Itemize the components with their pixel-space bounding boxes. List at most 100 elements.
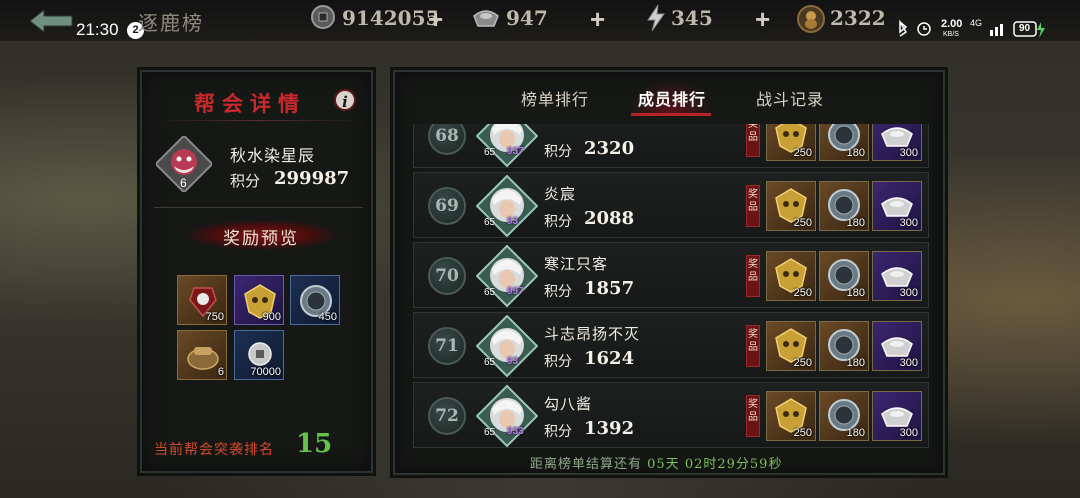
reward-count: 300 (899, 217, 918, 229)
top-resource-bar: 21:30 2 逐鹿榜 9142055 + 947 + 345 + 2322 2… (0, 0, 1080, 42)
member-row[interactable]: 71 65 93 斗志昂扬不灭 积分 1624 奖品 250 180 300 (413, 312, 929, 378)
rank-badge: 72 (428, 397, 466, 435)
member-level: 65 (484, 287, 496, 298)
rank-badge: 70 (428, 257, 466, 295)
add-coins-button[interactable]: + (428, 4, 443, 35)
member-name: 斗志昂扬不灭 (544, 325, 641, 343)
member-row[interactable]: 68 65 937 积分 2320 奖品 250 180 300 (413, 124, 929, 168)
member-score: 1857 (584, 278, 635, 299)
member-reward-item[interactable]: 180 (819, 321, 869, 371)
member-tag: 937 (507, 146, 524, 157)
reward-count: 250 (793, 357, 812, 369)
ingot-value: 947 (506, 6, 548, 30)
title-divider (154, 120, 363, 121)
reward-count: 70000 (250, 366, 281, 378)
member-reward-item[interactable]: 180 (819, 251, 869, 301)
silver-ingot-icon (473, 10, 499, 27)
member-reward-item[interactable]: 300 (872, 124, 922, 161)
reward-item-scroll[interactable]: 6 (177, 330, 227, 380)
rank-badge: 69 (428, 187, 466, 225)
tab-member-ranking[interactable]: 成员排行 (638, 86, 706, 110)
countdown-label: 距离榜单结算还有 (530, 457, 643, 472)
reward-count: 300 (899, 287, 918, 299)
tab-bar: 榜单排行 成员排行 战斗记录 (395, 72, 943, 120)
member-reward-item[interactable]: 180 (819, 124, 869, 161)
member-name: 勾八酱 (544, 395, 593, 413)
resource-coins: 9142055 + (310, 4, 460, 35)
member-reward-item[interactable]: 300 (872, 321, 922, 371)
member-row[interactable]: 72 65 933 勾八酱 积分 1392 奖品 250 180 300 (413, 382, 929, 448)
member-score: 1392 (584, 418, 635, 439)
member-score: 1624 (584, 348, 635, 369)
back-arrow-icon[interactable] (28, 8, 74, 34)
rank-badge: 68 (428, 124, 466, 155)
guild-name: 秋水染星辰 (230, 146, 316, 165)
guild-detail-title: 帮会详情 (194, 91, 306, 116)
active-tab-indicator (631, 113, 711, 116)
network-speed: 2.00 (941, 18, 963, 30)
reward-count: 250 (793, 147, 812, 159)
member-name: 寒江只客 (544, 255, 609, 273)
member-reward-item[interactable]: 250 (766, 124, 816, 161)
ranking-panel: 榜单排行 成员排行 战斗记录 68 65 937 积分 2320 奖品 250 180 300 6… (393, 70, 945, 475)
reward-count: 180 (846, 427, 865, 439)
member-level: 65 (484, 147, 496, 158)
reward-count: 450 (318, 311, 337, 323)
member-score-label: 积分 (544, 424, 572, 440)
member-reward-item[interactable]: 250 (766, 181, 816, 231)
status-time: 21:30 (76, 20, 119, 39)
lightning-icon (647, 4, 665, 32)
member-reward-item[interactable]: 250 (766, 321, 816, 371)
guild-score-label: 积分 (230, 172, 261, 190)
tab-battle-record[interactable]: 战斗记录 (756, 86, 824, 110)
member-score-label: 积分 (544, 144, 572, 160)
reward-tag: 奖品 (746, 325, 760, 367)
resource-energy: 345 + (645, 4, 780, 35)
member-reward-item[interactable]: 250 (766, 391, 816, 441)
settlement-countdown: 距离榜单结算还有 05天 02时29分59秒 (530, 453, 782, 472)
add-ingots-button[interactable]: + (590, 4, 605, 35)
member-row[interactable]: 70 65 997 寒江只客 积分 1857 奖品 250 180 300 (413, 242, 929, 308)
system-status-icons: 2.00 KB/S 4G 90 (882, 18, 1052, 40)
network-speed-unit: KB/S (943, 31, 959, 38)
reward-item-mask[interactable]: 900 (234, 275, 284, 325)
member-reward-item[interactable]: 300 (872, 391, 922, 441)
member-reward-item[interactable]: 250 (766, 251, 816, 301)
gourd-icon (797, 5, 825, 33)
member-score: 2088 (584, 208, 635, 229)
add-energy-button[interactable]: + (755, 4, 770, 35)
member-score: 2320 (584, 138, 635, 159)
reward-count: 300 (899, 427, 918, 439)
reward-count: 180 (846, 357, 865, 369)
member-reward-item[interactable]: 180 (819, 391, 869, 441)
reward-count: 300 (899, 357, 918, 369)
reward-count: 300 (899, 147, 918, 159)
member-reward-item[interactable]: 180 (819, 181, 869, 231)
reward-count: 900 (262, 311, 281, 323)
battery-level: 90 (1019, 23, 1031, 34)
member-tag: 997 (507, 286, 524, 297)
reward-count: 750 (205, 311, 224, 323)
reward-item-jade[interactable]: 750 (177, 275, 227, 325)
guild-score: 299987 (274, 168, 350, 189)
resource-gourd: 2322 (796, 4, 896, 33)
guild-raid-rank-label: 当前帮会突袭排名 (154, 442, 274, 458)
reward-count: 250 (793, 287, 812, 299)
coin-value: 9142055 (342, 6, 440, 30)
member-reward-item[interactable]: 300 (872, 251, 922, 301)
reward-count: 180 (846, 147, 865, 159)
reward-item-orb[interactable]: 450 (290, 275, 340, 325)
reward-count: 6 (217, 366, 224, 378)
guild-detail-panel: 帮会详情 i 6 秋水染星辰 积分 299987 奖励预览 750 900 45… (140, 70, 373, 473)
member-row[interactable]: 69 65 93 炎宸 积分 2088 奖品 250 180 300 (413, 172, 929, 238)
coin-icon (311, 5, 335, 29)
reward-count: 180 (846, 287, 865, 299)
reward-item-coins[interactable]: 70000 (234, 330, 284, 380)
info-icon[interactable]: i (334, 89, 356, 111)
member-reward-item[interactable]: 300 (872, 181, 922, 231)
tab-list-ranking[interactable]: 榜单排行 (521, 86, 589, 110)
member-score-label: 积分 (544, 284, 572, 300)
reward-tag: 奖品 (746, 124, 760, 157)
member-score-label: 积分 (544, 214, 572, 230)
member-ranking-list[interactable]: 68 65 937 积分 2320 奖品 250 180 300 69 65 93 炎宸 积分 2088 奖品… (413, 124, 929, 448)
